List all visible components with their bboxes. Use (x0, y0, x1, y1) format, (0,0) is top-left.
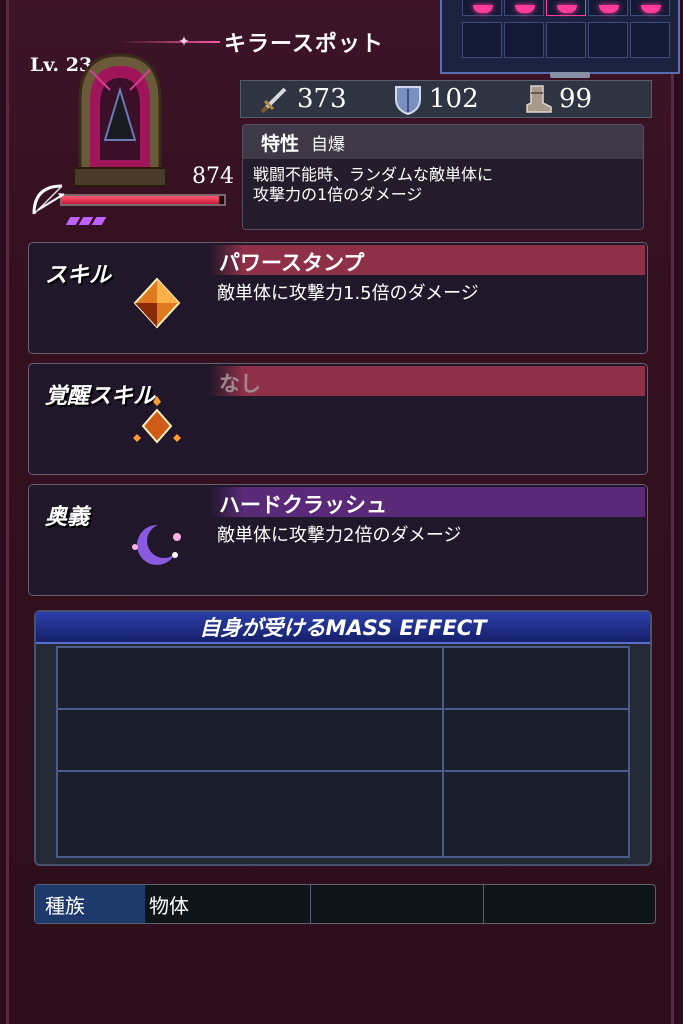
race-slot (484, 885, 656, 923)
mass-effect-table (56, 646, 630, 858)
race-value: 物体 (145, 885, 311, 923)
mass-effect-cell (442, 770, 630, 858)
race-row: 種族 物体 (34, 884, 656, 924)
grid-cell[interactable] (588, 22, 628, 58)
grid-scroll-handle[interactable] (550, 72, 590, 78)
hp-value: 874 (192, 164, 234, 189)
grid-cell[interactable] (588, 0, 628, 16)
defense-value: 102 (429, 84, 479, 114)
trait-description: 戦闘不能時、ランダムな敵単体に 攻撃力の1倍のダメージ (243, 159, 643, 205)
attack-value: 373 (297, 84, 347, 114)
mass-effect-cell (56, 646, 444, 710)
ougi-label: 奥義 (45, 505, 90, 530)
crescent-moon-icon (132, 524, 181, 565)
grid-cell[interactable] (462, 0, 502, 16)
active-slot-marker (599, 5, 619, 13)
hp-bar-fill (62, 196, 220, 204)
grid-cell[interactable] (504, 22, 544, 58)
awaken-crystal-icon (133, 396, 181, 444)
mass-effect-title: 自身が受けるMASS EFFECT (199, 616, 487, 640)
mass-effect-header: 自身が受けるMASS EFFECT (36, 612, 650, 644)
active-slot-marker (515, 5, 535, 13)
grid-cell-selected[interactable] (546, 0, 586, 16)
hp-bar (60, 194, 226, 206)
active-slot-marker (557, 5, 577, 13)
speed-value: 99 (559, 84, 593, 114)
awaken-skill-name: なし (219, 372, 261, 396)
skill-panel[interactable]: スキル パワースタンプ 敵単体に攻撃力1.5倍のダメージ (28, 242, 648, 354)
trait-desc-line: 攻撃力の1倍のダメージ (253, 185, 423, 204)
trait-label: 特性 (261, 132, 300, 155)
grid-cell[interactable] (504, 0, 544, 16)
sp-gauge (65, 210, 107, 229)
trait-header: 特性 自爆 (243, 125, 643, 159)
mass-effect-panel: 自身が受けるMASS EFFECT (34, 610, 652, 866)
mass-effect-cell (442, 646, 630, 710)
skill-description: 敵単体に攻撃力1.5倍のダメージ (217, 283, 479, 304)
defense-stat: 102 (393, 83, 479, 115)
unit-portrait (73, 53, 167, 187)
attack-stat: 373 (259, 83, 347, 115)
stats-bar: 373 102 99 (240, 80, 652, 118)
awaken-name-bar (209, 366, 645, 396)
trait-panel: 特性 自爆 戦闘不能時、ランダムな敵単体に 攻撃力の1倍のダメージ (242, 124, 644, 230)
unit-name: キラースポット (224, 32, 384, 57)
ougi-description: 敵単体に攻撃力2倍のダメージ (217, 525, 462, 546)
grid-cell[interactable] (462, 22, 502, 58)
trait-desc-line: 戦闘不能時、ランダムな敵単体に (253, 165, 494, 184)
mass-effect-cell (56, 770, 444, 858)
boot-icon (526, 85, 552, 113)
race-slot (311, 885, 484, 923)
active-slot-marker (473, 5, 493, 13)
grid-cell[interactable] (630, 22, 670, 58)
sword-icon (260, 87, 287, 114)
title-decoration (120, 41, 220, 43)
mass-effect-cell (442, 708, 630, 772)
formation-grid[interactable] (440, 0, 680, 78)
skill-label: スキル (45, 263, 112, 288)
awaken-skill-panel[interactable]: 覚醒スキル なし (28, 363, 648, 475)
shield-icon (395, 86, 421, 115)
bow-icon (32, 184, 65, 215)
active-slot-marker (641, 5, 661, 13)
sp-bar (91, 217, 107, 225)
grid-cell[interactable] (546, 22, 586, 58)
sparkle-icon: ✦ (178, 34, 190, 50)
speed-stat: 99 (523, 83, 592, 115)
grid-cell[interactable] (630, 0, 670, 16)
race-label: 種族 (35, 885, 145, 923)
trait-name: 自爆 (311, 134, 346, 155)
mass-effect-cell (56, 708, 444, 772)
ougi-panel[interactable]: 奥義 ハードクラッシュ 敵単体に攻撃力2倍のダメージ (28, 484, 648, 596)
power-crystal-icon (133, 277, 181, 329)
ougi-name: ハードクラッシュ (219, 493, 387, 517)
skill-name: パワースタンプ (219, 251, 365, 275)
